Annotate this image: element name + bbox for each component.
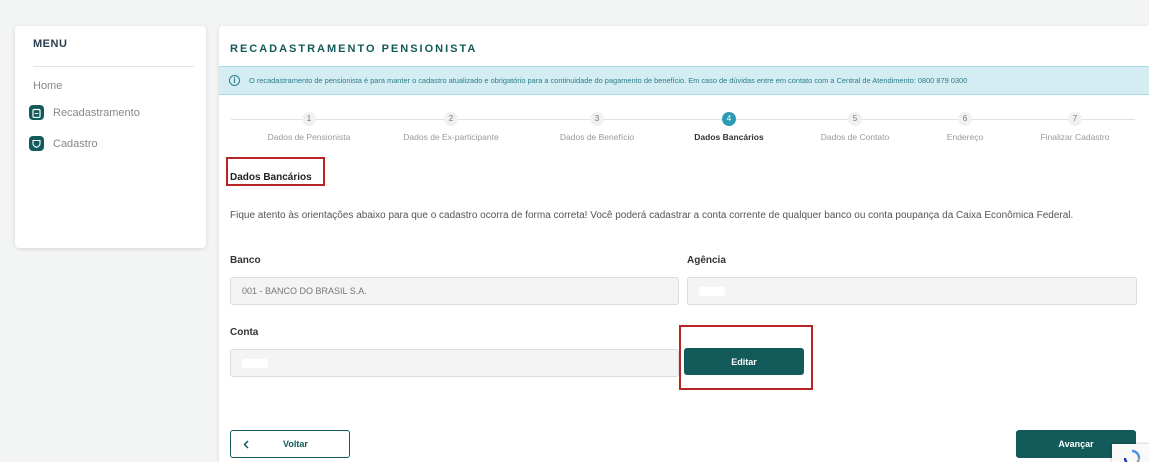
- banco-value: 001 - BANCO DO BRASIL S.A.: [242, 286, 367, 296]
- sidebar-item-label: Cadastro: [53, 137, 98, 150]
- step-label: Finalizar Cadastro: [1040, 132, 1110, 142]
- sidebar-item-recadastramento[interactable]: Recadastramento: [29, 105, 140, 120]
- conta-label: Conta: [230, 327, 259, 338]
- back-button-label: Voltar: [283, 439, 308, 449]
- conta-field[interactable]: [230, 349, 679, 377]
- clipboard-icon: [29, 105, 44, 120]
- step-2: 2 Dados de Ex-participante: [386, 112, 516, 142]
- step-number: 2: [444, 112, 458, 126]
- menu-title: MENU: [33, 38, 68, 50]
- step-1: 1 Dados de Pensionista: [244, 112, 374, 142]
- conta-redacted-value: [242, 358, 268, 368]
- page-title: RECADASTRAMENTO PENSIONISTA: [230, 43, 478, 55]
- info-banner-text: O recadastramento de pensionista é para …: [249, 76, 968, 85]
- agencia-label: Agência: [687, 255, 726, 266]
- sidebar-item-cadastro[interactable]: Cadastro: [29, 136, 98, 151]
- step-7: 7 Finalizar Cadastro: [1010, 112, 1140, 142]
- step-number: 7: [1068, 112, 1082, 126]
- next-button-label: Avançar: [1058, 439, 1094, 449]
- step-label: Dados Bancários: [694, 132, 764, 142]
- step-number: 1: [302, 112, 316, 126]
- step-3: 3 Dados de Benefício: [532, 112, 662, 142]
- step-number: 4: [722, 112, 736, 126]
- sidebar-item-label: Recadastramento: [53, 106, 140, 119]
- highlight-box-heading: [226, 157, 325, 186]
- recaptcha-badge[interactable]: [1112, 444, 1149, 462]
- step-4: 4 Dados Bancários: [664, 112, 794, 142]
- step-number: 5: [848, 112, 862, 126]
- back-button[interactable]: Voltar: [230, 430, 350, 458]
- menu-divider: [33, 66, 194, 67]
- agencia-redacted-value: [699, 286, 725, 296]
- step-label: Dados de Benefício: [559, 132, 635, 142]
- recaptcha-icon: [1123, 449, 1141, 462]
- sidebar-menu: MENU Home Recadastramento Cadastro: [15, 26, 206, 248]
- info-banner: i O recadastramento de pensionista é par…: [219, 66, 1149, 95]
- instruction-text: Fique atento às orientações abaixo para …: [230, 210, 1074, 221]
- banco-field[interactable]: 001 - BANCO DO BRASIL S.A.: [230, 277, 679, 305]
- main-panel: RECADASTRAMENTO PENSIONISTA i O recadast…: [219, 26, 1149, 462]
- step-number: 6: [958, 112, 972, 126]
- step-number: 3: [590, 112, 604, 126]
- info-icon: i: [229, 75, 240, 86]
- sidebar-item-home[interactable]: Home: [33, 80, 62, 92]
- agencia-field[interactable]: [687, 277, 1137, 305]
- step-label: Dados de Pensionista: [267, 132, 351, 142]
- chevron-left-icon: [243, 439, 249, 449]
- highlight-box-edit: [679, 325, 813, 390]
- step-label: Dados de Ex-participante: [403, 132, 499, 142]
- shield-icon: [29, 136, 44, 151]
- banco-label: Banco: [230, 255, 261, 266]
